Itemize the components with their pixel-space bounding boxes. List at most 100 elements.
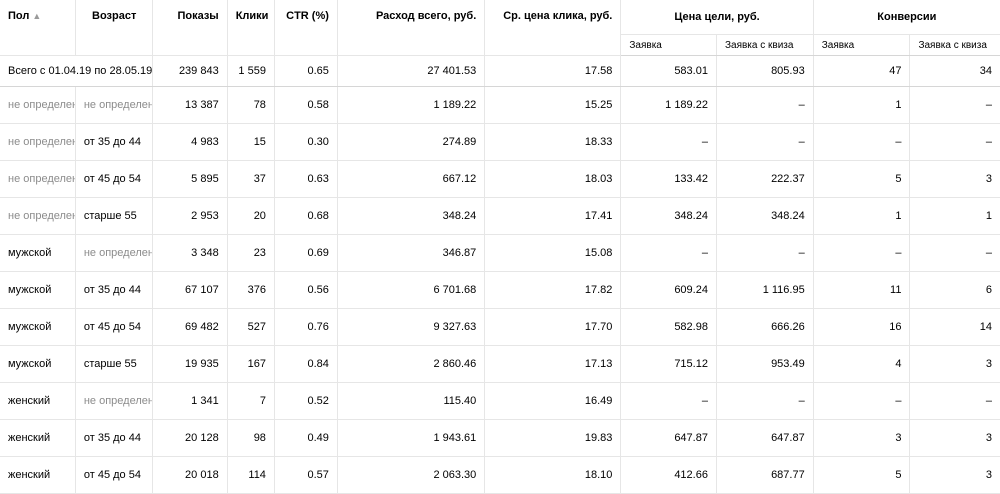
table-row: не определен не определен 13 387 78 0.58 1 18… bbox=[0, 86, 1000, 124]
cell-goal-cost-quiz: 953.49 bbox=[716, 345, 814, 383]
summary-impressions: 239 843 bbox=[152, 55, 228, 87]
cell-goal-cost-request: – bbox=[620, 382, 717, 420]
cell-impressions: 5 895 bbox=[152, 160, 228, 198]
summary-goal-cost-quiz: 805.93 bbox=[716, 55, 814, 87]
cell-impressions: 4 983 bbox=[152, 123, 228, 161]
cell-conv-request: 11 bbox=[813, 271, 911, 309]
cell-avg-cpc: 18.03 bbox=[484, 160, 622, 198]
cell-conv-request: – bbox=[813, 123, 911, 161]
column-header-impressions[interactable]: Показы bbox=[152, 0, 228, 56]
cell-impressions: 1 341 bbox=[152, 382, 228, 420]
cell-impressions: 3 348 bbox=[152, 234, 228, 272]
cell-goal-cost-request: – bbox=[620, 234, 717, 272]
cell-spend: 1 943.61 bbox=[337, 419, 486, 457]
cell-spend: 9 327.63 bbox=[337, 308, 486, 346]
cell-conv-request: 1 bbox=[813, 86, 911, 124]
cell-goal-cost-quiz: – bbox=[716, 86, 814, 124]
cell-ctr: 0.84 bbox=[274, 345, 338, 383]
cell-ctr: 0.76 bbox=[274, 308, 338, 346]
cell-gender: женский bbox=[0, 382, 76, 420]
column-header-gender-label: Пол bbox=[8, 10, 30, 22]
column-header-ctr[interactable]: CTR (%) bbox=[274, 0, 338, 56]
table-row: мужской старше 55 19 935 167 0.84 2 860.46 17.… bbox=[0, 345, 1000, 383]
cell-conv-request: 16 bbox=[813, 308, 911, 346]
cell-conv-quiz: 3 bbox=[909, 419, 1000, 457]
cell-ctr: 0.68 bbox=[274, 197, 338, 235]
stats-table: Всего с 01.04.19 по 28.05.19 239 843 1 5… bbox=[0, 0, 1000, 494]
cell-age: не определен bbox=[75, 234, 154, 272]
table-row: женский не определен 1 341 7 0.52 115.40 16.49… bbox=[0, 382, 1000, 420]
cell-goal-cost-quiz: 687.77 bbox=[716, 456, 814, 494]
column-header-gender[interactable]: Пол ▲ bbox=[0, 0, 76, 56]
column-header-goal-cost-quiz[interactable]: Заявка с квиза bbox=[716, 34, 814, 56]
cell-gender: женский bbox=[0, 419, 76, 457]
cell-goal-cost-quiz: – bbox=[716, 123, 814, 161]
column-header-age[interactable]: Возраст bbox=[75, 0, 154, 56]
cell-spend: 346.87 bbox=[337, 234, 486, 272]
cell-goal-cost-request: 412.66 bbox=[620, 456, 717, 494]
cell-clicks: 78 bbox=[227, 86, 275, 124]
cell-impressions: 67 107 bbox=[152, 271, 228, 309]
cell-ctr: 0.52 bbox=[274, 382, 338, 420]
table-row: женский от 45 до 54 20 018 114 0.57 2 063.30 1… bbox=[0, 456, 1000, 494]
cell-ctr: 0.69 bbox=[274, 234, 338, 272]
cell-goal-cost-request: 133.42 bbox=[620, 160, 717, 198]
cell-impressions: 20 018 bbox=[152, 456, 228, 494]
cell-goal-cost-quiz: 666.26 bbox=[716, 308, 814, 346]
column-header-goal-cost-request[interactable]: Заявка bbox=[620, 34, 717, 56]
cell-gender: мужской bbox=[0, 345, 76, 383]
cell-age: старше 55 bbox=[75, 197, 154, 235]
cell-conv-quiz: 14 bbox=[909, 308, 1000, 346]
column-header-spend[interactable]: Расход всего, руб. bbox=[337, 0, 486, 56]
cell-gender: мужской bbox=[0, 271, 76, 309]
cell-spend: 348.24 bbox=[337, 197, 486, 235]
cell-conv-request: – bbox=[813, 234, 911, 272]
summary-conv-quiz: 34 bbox=[909, 55, 1000, 87]
cell-clicks: 114 bbox=[227, 456, 275, 494]
cell-avg-cpc: 15.08 bbox=[484, 234, 622, 272]
cell-age: от 45 до 54 bbox=[75, 456, 154, 494]
cell-spend: 667.12 bbox=[337, 160, 486, 198]
cell-goal-cost-request: 348.24 bbox=[620, 197, 717, 235]
cell-clicks: 98 bbox=[227, 419, 275, 457]
header-row: Пол ▲ Возраст Показы Клики CTR (%) Расход… bbox=[0, 0, 1000, 56]
cell-spend: 274.89 bbox=[337, 123, 486, 161]
cell-impressions: 13 387 bbox=[152, 86, 228, 124]
cell-spend: 2 063.30 bbox=[337, 456, 486, 494]
cell-impressions: 19 935 bbox=[152, 345, 228, 383]
column-header-clicks[interactable]: Клики bbox=[227, 0, 275, 56]
cell-conv-request: 3 bbox=[813, 419, 911, 457]
cell-impressions: 2 953 bbox=[152, 197, 228, 235]
summary-avg-cpc: 17.58 bbox=[484, 55, 622, 87]
column-header-conv-request[interactable]: Заявка bbox=[813, 34, 911, 56]
cell-conv-request: 5 bbox=[813, 160, 911, 198]
cell-ctr: 0.57 bbox=[274, 456, 338, 494]
cell-clicks: 23 bbox=[227, 234, 275, 272]
cell-clicks: 167 bbox=[227, 345, 275, 383]
cell-avg-cpc: 15.25 bbox=[484, 86, 622, 124]
cell-goal-cost-request: 609.24 bbox=[620, 271, 717, 309]
column-group-conversions: Конверсии bbox=[813, 0, 1000, 35]
cell-age: от 35 до 44 bbox=[75, 271, 154, 309]
summary-row: Всего с 01.04.19 по 28.05.19 239 843 1 5… bbox=[0, 55, 1000, 87]
cell-avg-cpc: 18.33 bbox=[484, 123, 622, 161]
table-row: мужской от 35 до 44 67 107 376 0.56 6 701.68 1… bbox=[0, 271, 1000, 309]
cell-gender: мужской bbox=[0, 234, 76, 272]
cell-age: от 35 до 44 bbox=[75, 123, 154, 161]
sort-ascending-icon: ▲ bbox=[32, 11, 42, 21]
cell-age: от 35 до 44 bbox=[75, 419, 154, 457]
cell-conv-quiz: – bbox=[909, 123, 1000, 161]
cell-clicks: 37 bbox=[227, 160, 275, 198]
cell-conv-quiz: 3 bbox=[909, 456, 1000, 494]
column-header-conv-quiz[interactable]: Заявка с квиза bbox=[909, 34, 1000, 56]
cell-clicks: 376 bbox=[227, 271, 275, 309]
column-header-avg-cpc[interactable]: Ср. цена клика, руб. bbox=[484, 0, 622, 56]
cell-conv-request: – bbox=[813, 382, 911, 420]
summary-label: Всего с 01.04.19 по 28.05.19 bbox=[0, 55, 154, 87]
cell-conv-quiz: 6 bbox=[909, 271, 1000, 309]
summary-clicks: 1 559 bbox=[227, 55, 275, 87]
cell-clicks: 20 bbox=[227, 197, 275, 235]
cell-impressions: 20 128 bbox=[152, 419, 228, 457]
cell-conv-quiz: 3 bbox=[909, 160, 1000, 198]
cell-gender: не определен bbox=[0, 86, 76, 124]
